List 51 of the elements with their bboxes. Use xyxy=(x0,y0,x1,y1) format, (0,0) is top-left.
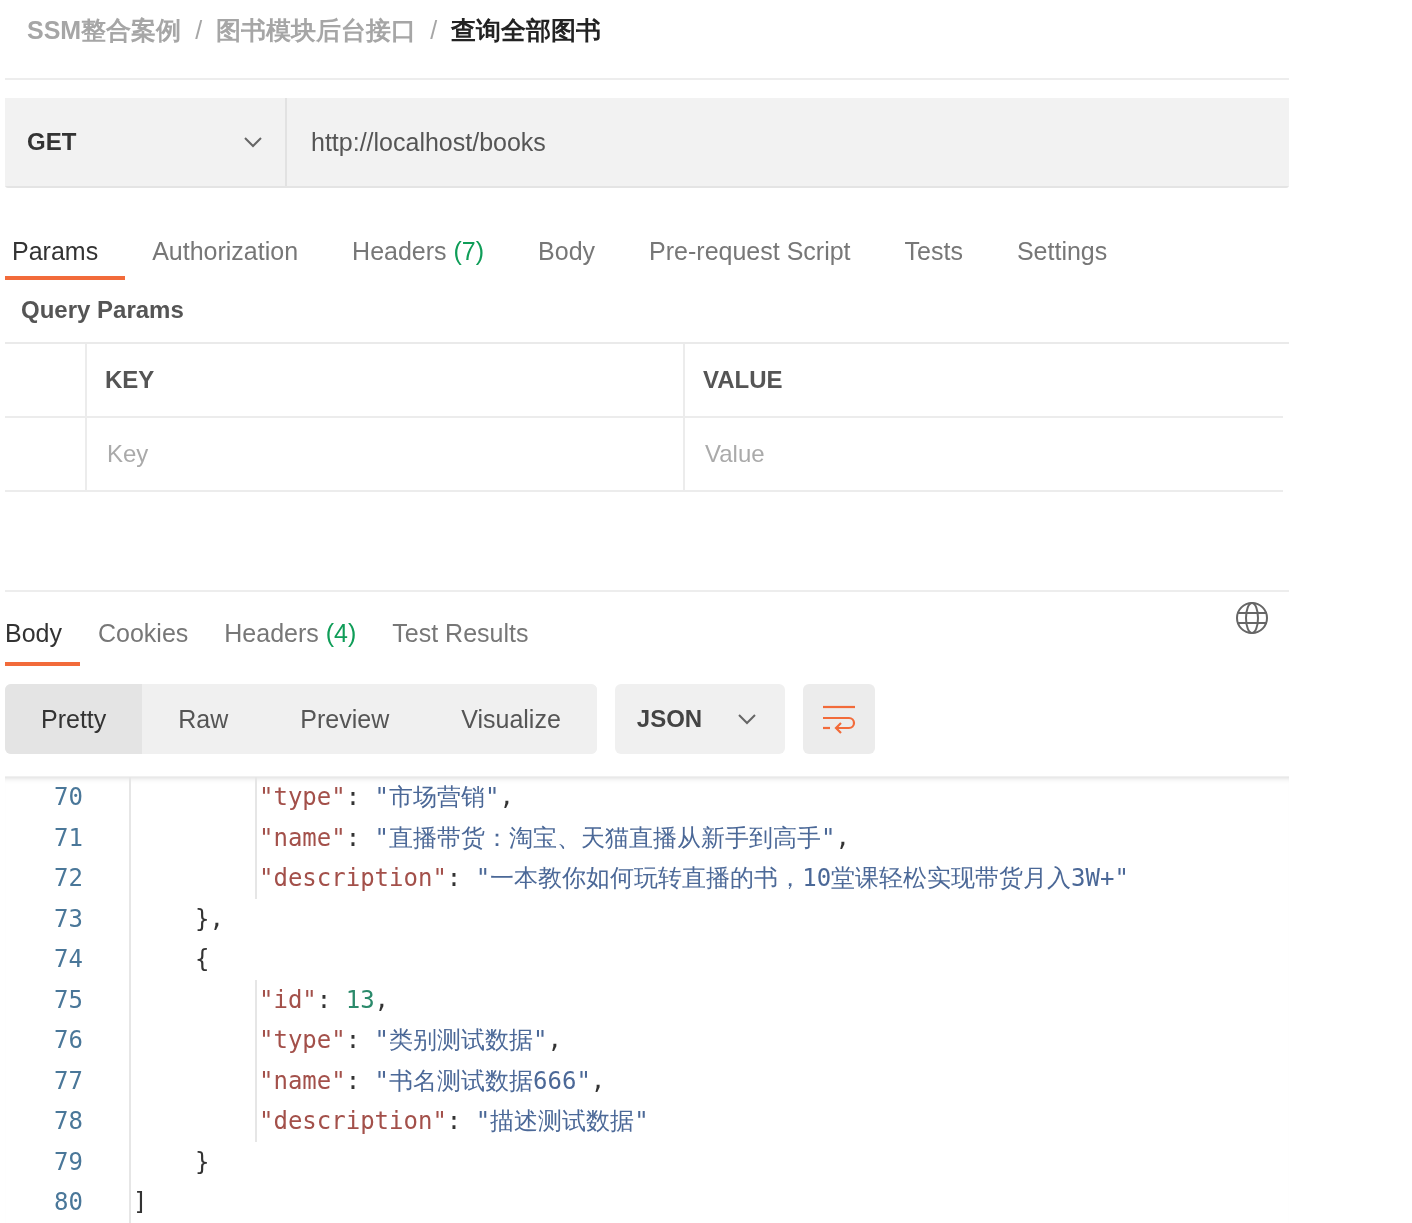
request-tab[interactable]: Pre-request Script xyxy=(622,208,878,280)
view-mode-tab[interactable]: Pretty xyxy=(5,684,143,754)
input-field[interactable]: Value xyxy=(703,439,1229,469)
request-tab[interactable]: Headers (7) xyxy=(325,208,512,280)
breadcrumb-item[interactable]: 图书模块后台接口 xyxy=(216,13,417,47)
column-header: VALUE xyxy=(683,344,1283,418)
line-number: 71 xyxy=(5,817,131,858)
code-line: "type": "类别测试数据", xyxy=(258,1025,562,1057)
globe-icon[interactable] xyxy=(1235,601,1269,635)
wrap-lines-icon xyxy=(820,703,857,735)
line-number: 79 xyxy=(5,1141,131,1182)
request-tab[interactable]: Authorization xyxy=(125,208,326,280)
response-tab[interactable]: Cookies xyxy=(80,619,207,666)
code-line: "type": "市场营销", xyxy=(258,782,514,814)
line-number: 80 xyxy=(5,1182,131,1223)
code-line: }, xyxy=(194,904,224,933)
section-title: Query Params xyxy=(20,295,185,325)
column-header: KEY xyxy=(85,344,683,418)
breadcrumb-separator: / xyxy=(430,15,438,45)
response-tab[interactable]: Body xyxy=(5,619,80,666)
line-number: 72 xyxy=(5,858,131,899)
code-line: "description": "描述测试数据" xyxy=(258,1106,649,1138)
chevron-icon xyxy=(736,713,757,725)
request-tab[interactable]: Settings xyxy=(989,208,1135,280)
line-number: 70 xyxy=(5,777,131,818)
line-number: 77 xyxy=(5,1060,131,1101)
method-dropdown[interactable]: GET xyxy=(5,98,287,186)
line-number: 74 xyxy=(5,939,131,980)
breadcrumb-separator: / xyxy=(195,15,203,45)
request-tab[interactable]: Body xyxy=(511,208,623,280)
breadcrumb-item[interactable]: 查询全部图书 xyxy=(451,13,602,47)
input-field[interactable]: Key xyxy=(105,439,630,469)
code-line: "name": "直播带货：淘宝、天猫直播从新手到高手", xyxy=(258,822,850,854)
line-number: 73 xyxy=(5,898,131,939)
code-line: "id": 13, xyxy=(258,985,390,1014)
wrap-lines-button[interactable] xyxy=(802,684,875,754)
code-line: { xyxy=(194,945,210,974)
format-dropdown[interactable]: JSON xyxy=(614,684,785,754)
response-tab[interactable]: Test Results xyxy=(374,619,547,666)
line-number: 78 xyxy=(5,1101,131,1142)
line-number: 75 xyxy=(5,979,131,1020)
code-line: ] xyxy=(132,1188,148,1217)
response-tab[interactable]: Headers (4) xyxy=(206,619,375,666)
request-tab[interactable]: Tests xyxy=(877,208,990,280)
code-line: "name": "书名测试数据666", xyxy=(258,1065,606,1097)
line-number: 76 xyxy=(5,1020,131,1061)
chevron-icon xyxy=(243,136,263,148)
breadcrumb-item[interactable]: SSM整合案例 xyxy=(27,13,182,47)
code-line: "description": "一本教你如何玩转直播的书，10堂课轻松实现带货月入3W+" xyxy=(258,863,1129,895)
request-tab[interactable]: Params xyxy=(5,208,126,280)
code-line: } xyxy=(194,1147,210,1176)
